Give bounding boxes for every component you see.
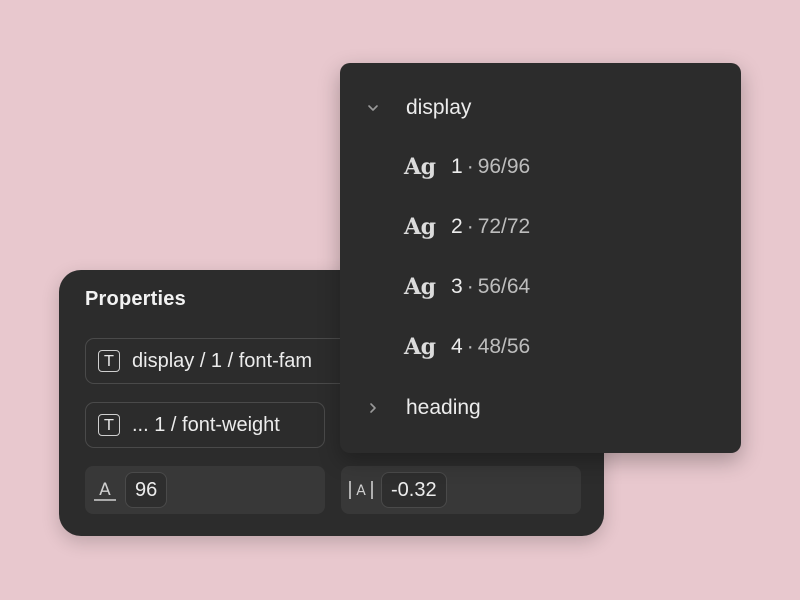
group-label: heading — [406, 396, 481, 419]
font-weight-value: ... 1 / font-weight — [132, 413, 280, 436]
style-name: 3 — [451, 275, 463, 298]
style-size: 72/72 — [477, 215, 531, 238]
style-size: 56/64 — [477, 275, 531, 298]
style-separator: · — [466, 155, 474, 178]
letter-spacing-input[interactable]: -0.32 — [381, 472, 447, 508]
style-separator: · — [466, 215, 474, 238]
style-item-display-1[interactable]: Ag 1 · 96/96 — [404, 145, 530, 189]
font-size-control[interactable]: A 96 — [85, 466, 325, 514]
style-separator: · — [466, 275, 474, 298]
svg-text:A: A — [99, 480, 111, 500]
properties-title: Properties — [85, 288, 186, 310]
chevron-right-icon — [366, 401, 380, 415]
group-label: display — [406, 96, 472, 119]
font-size-input[interactable]: 96 — [125, 472, 168, 508]
style-size: 48/56 — [477, 335, 531, 358]
typeface-preview: Ag — [404, 334, 436, 360]
font-weight-field[interactable]: T ... 1 / font-weight — [85, 402, 325, 448]
style-item-display-2[interactable]: Ag 2 · 72/72 — [404, 205, 530, 249]
text-style-dropdown: display Ag 1 · 96/96 Ag 2 · 72/72 Ag 3 ·… — [340, 63, 741, 453]
font-size-icon: A — [85, 478, 125, 502]
style-item-display-3[interactable]: Ag 3 · 56/64 — [404, 265, 530, 309]
typeface-preview: Ag — [404, 154, 436, 180]
style-size: 96/96 — [477, 155, 531, 178]
group-display[interactable]: display — [340, 86, 741, 130]
typeface-preview: Ag — [404, 214, 436, 240]
style-name: 2 — [451, 215, 463, 238]
style-item-display-4[interactable]: Ag 4 · 48/56 — [404, 325, 530, 369]
group-heading[interactable]: heading — [340, 386, 741, 430]
svg-text:A: A — [356, 483, 366, 499]
typeface-preview: Ag — [404, 274, 436, 300]
style-name: 4 — [451, 335, 463, 358]
chevron-down-icon — [366, 101, 380, 115]
text-style-icon: T — [98, 350, 120, 372]
style-separator: · — [466, 335, 474, 358]
text-style-icon: T — [98, 414, 120, 436]
style-name: 1 — [451, 155, 463, 178]
letter-spacing-icon: A — [341, 478, 381, 502]
letter-spacing-control[interactable]: A -0.32 — [341, 466, 581, 514]
font-family-value: display / 1 / font-fam — [132, 349, 313, 372]
